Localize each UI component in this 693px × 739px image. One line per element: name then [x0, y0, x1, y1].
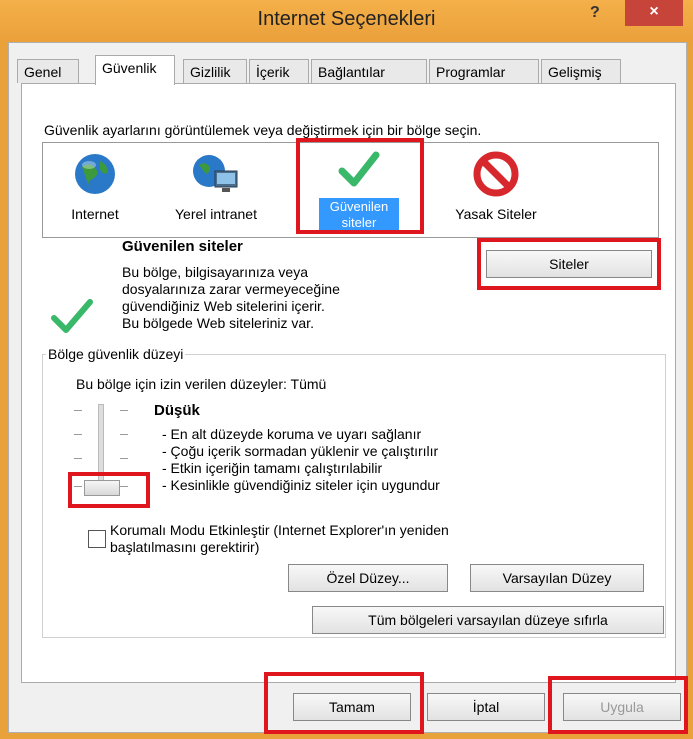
- default-level-button[interactable]: Varsayılan Düzey: [470, 564, 644, 592]
- custom-level-button[interactable]: Özel Düzey...: [288, 564, 448, 592]
- protected-mode-checkbox[interactable]: [88, 530, 106, 548]
- highlight-ok-button: [264, 672, 424, 734]
- level-bullet: - En alt düzeyde koruma ve uyarı sağlanı…: [162, 426, 422, 442]
- zone-intranet-label: Yerel intranet: [175, 206, 257, 222]
- level-bullet: - Kesinlikle güvendiğiniz siteler için u…: [162, 477, 440, 493]
- close-button[interactable]: ×: [625, 0, 683, 26]
- trusted-check-icon: [51, 299, 93, 333]
- protected-mode-label-1: Korumalı Modu Etkinleştir (Internet Expl…: [110, 522, 449, 538]
- allowed-levels: Bu bölge için izin verilen düzeyler: Tüm…: [76, 376, 327, 392]
- intranet-icon: [193, 155, 238, 192]
- tab-gelismis[interactable]: Gelişmiş: [541, 59, 621, 83]
- blocked-icon: [473, 151, 519, 197]
- zone-restricted-label: Yasak Siteler: [455, 206, 537, 222]
- dialog-window: Internet Seçenekleri ? × Genel Güvenlik …: [0, 0, 693, 739]
- level-bullet: - Çoğu içerik sormadan yüklenir ve çalış…: [162, 443, 439, 459]
- title-bar[interactable]: Internet Seçenekleri ? ×: [0, 0, 693, 42]
- cancel-button[interactable]: İptal: [427, 693, 545, 721]
- zone-internet[interactable]: Internet: [55, 151, 135, 222]
- level-bullets: - En alt düzeyde koruma ve uyarı sağlanı…: [162, 426, 440, 494]
- level-name: Düşük: [154, 402, 200, 419]
- highlight-apply-button: [548, 676, 688, 734]
- tab-baglantilar[interactable]: Bağlantılar: [311, 59, 427, 83]
- highlight-slider: [68, 472, 150, 508]
- tab-guvenlik[interactable]: Güvenlik: [95, 55, 175, 85]
- protected-mode-label: Korumalı Modu Etkinleştir (Internet Expl…: [110, 522, 449, 556]
- protected-mode-label-2: başlatılmasını gerektirir): [110, 539, 260, 555]
- reset-all-zones-button[interactable]: Tüm bölgeleri varsayılan düzeye sıfırla: [312, 606, 664, 634]
- zone-intranet[interactable]: Yerel intranet: [161, 151, 271, 222]
- level-bullet: - Etkin içeriğin tamamı çalıştırılabilir: [162, 460, 383, 476]
- zone-desc-line-2: dosyalarınıza zarar vermeyeceğine: [122, 281, 340, 297]
- tab-icerik[interactable]: İçerik: [249, 59, 309, 83]
- zone-title: Güvenilen siteler: [122, 238, 243, 255]
- zone-restricted[interactable]: Yasak Siteler: [441, 151, 551, 222]
- tab-programlar[interactable]: Programlar: [429, 59, 539, 83]
- zone-instruction: Güvenlik ayarlarını görüntülemek veya de…: [44, 122, 482, 138]
- level-group-title: Bölge güvenlik düzeyi: [46, 346, 186, 362]
- zone-description: Bu bölge, bilgisayarınıza veya dosyaları…: [122, 264, 340, 332]
- globe-icon: [75, 154, 115, 194]
- highlight-trusted-zone: [296, 138, 424, 234]
- zone-internet-label: Internet: [71, 206, 119, 222]
- highlight-sites-button: [477, 238, 661, 290]
- help-button[interactable]: ?: [590, 4, 600, 22]
- tab-genel[interactable]: Genel: [17, 59, 79, 83]
- tab-gizlilik[interactable]: Gizlilik: [183, 59, 247, 83]
- zone-desc-line-1: Bu bölge, bilgisayarınıza veya: [122, 264, 308, 280]
- zone-desc-line-3: güvendiğiniz Web sitelerini içerir.: [122, 298, 325, 314]
- zone-desc-line-4: Bu bölgede Web siteleriniz var.: [122, 315, 314, 331]
